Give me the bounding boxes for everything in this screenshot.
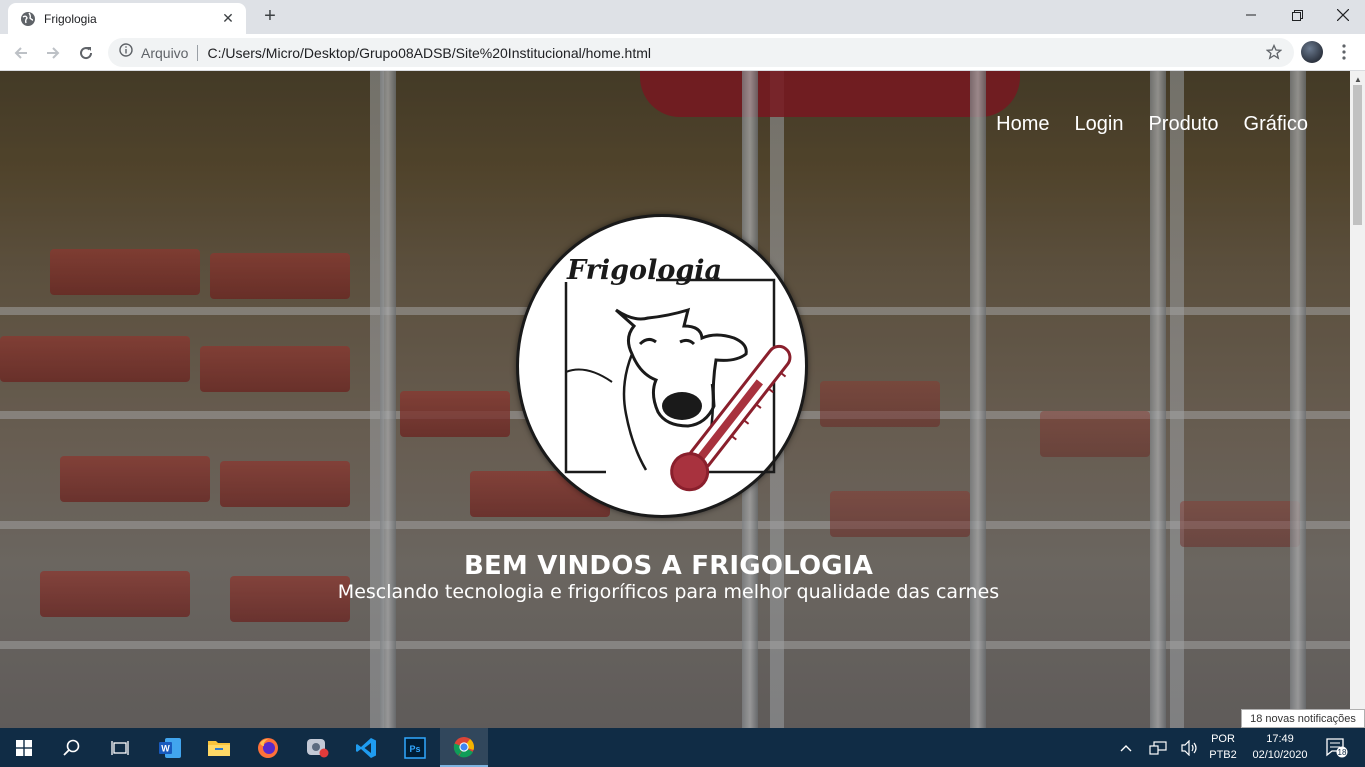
page-scrollbar[interactable]: ▲ ▼ — [1350, 71, 1365, 728]
system-clock[interactable]: 17:49 02/10/2020 — [1246, 731, 1314, 763]
firefox-icon[interactable] — [244, 728, 292, 767]
browser-tab-strip: Frigologia ✕ + — [0, 0, 1365, 34]
cow-thermometer-icon — [564, 278, 792, 492]
restore-icon[interactable] — [1274, 0, 1320, 30]
minimize-icon[interactable] — [1228, 0, 1274, 30]
globe-icon — [20, 11, 36, 27]
address-bar[interactable]: Arquivo C:/Users/Micro/Desktop/Grupo08AD… — [108, 38, 1294, 67]
site-info-chip[interactable]: Arquivo — [141, 45, 188, 61]
action-center-icon[interactable]: 18 — [1320, 728, 1354, 767]
file-explorer-icon[interactable] — [195, 728, 243, 767]
volume-icon[interactable] — [1178, 728, 1202, 767]
url-text[interactable]: C:/Users/Micro/Desktop/Grupo08ADSB/Site%… — [207, 45, 651, 61]
screen-recorder-icon[interactable] — [293, 728, 341, 767]
page-viewport: Home Login Produto Gráfico Frigologia BE… — [0, 71, 1350, 728]
scroll-thumb[interactable] — [1353, 85, 1362, 225]
chrome-icon[interactable] — [440, 728, 488, 767]
tab-close-icon[interactable]: ✕ — [220, 10, 236, 27]
input-language[interactable]: POR PTB2 — [1206, 731, 1240, 763]
nav-produto[interactable]: Produto — [1148, 113, 1218, 136]
clock-date: 02/10/2020 — [1252, 749, 1308, 761]
tray-expand-icon[interactable] — [1116, 728, 1136, 767]
search-icon[interactable] — [48, 728, 96, 767]
profile-avatar[interactable] — [1301, 41, 1323, 63]
svg-text:Ps: Ps — [409, 744, 420, 754]
notification-count: 18 — [1338, 748, 1347, 757]
language-code: POR — [1211, 733, 1235, 745]
windows-taskbar: W Ps POR PTB2 17:49 02/10/2020 18 — [0, 728, 1365, 767]
keyboard-layout: PTB2 — [1209, 749, 1237, 761]
scroll-up-icon[interactable]: ▲ — [1354, 75, 1362, 84]
new-tab-button[interactable]: + — [258, 6, 282, 28]
clock-time: 17:49 — [1266, 733, 1294, 745]
forward-arrow-icon[interactable] — [40, 40, 66, 66]
nav-login[interactable]: Login — [1075, 113, 1124, 136]
nav-grafico[interactable]: Gráfico — [1244, 113, 1308, 136]
photoshop-icon[interactable]: Ps — [391, 728, 439, 767]
browser-menu-icon[interactable] — [1335, 40, 1353, 64]
start-icon[interactable] — [0, 728, 48, 767]
browser-toolbar: Arquivo C:/Users/Micro/Desktop/Grupo08AD… — [0, 34, 1365, 71]
frigologia-logo: Frigologia — [516, 214, 808, 518]
tab-title: Frigologia — [44, 11, 97, 26]
svg-text:W: W — [161, 743, 170, 753]
bookmark-star-icon[interactable] — [1265, 43, 1283, 65]
browser-tab[interactable]: Frigologia ✕ — [8, 3, 246, 34]
address-separator — [197, 44, 199, 61]
info-icon[interactable] — [119, 43, 133, 62]
hero-subtitle: Mesclando tecnologia e frigoríficos para… — [337, 581, 1000, 603]
network-icon[interactable] — [1146, 728, 1170, 767]
back-arrow-icon[interactable] — [8, 40, 34, 66]
notification-tooltip: 18 novas notificações — [1241, 709, 1365, 728]
vscode-icon[interactable] — [342, 728, 390, 767]
nav-home[interactable]: Home — [996, 113, 1049, 136]
main-nav: Home Login Produto Gráfico — [996, 113, 1308, 136]
task-view-icon[interactable] — [96, 728, 144, 767]
reload-icon[interactable] — [73, 40, 99, 66]
word-icon[interactable]: W — [146, 728, 194, 767]
close-window-icon[interactable] — [1320, 0, 1365, 30]
hero-title: BEM VINDOS A FRIGOLOGIA — [463, 551, 874, 581]
